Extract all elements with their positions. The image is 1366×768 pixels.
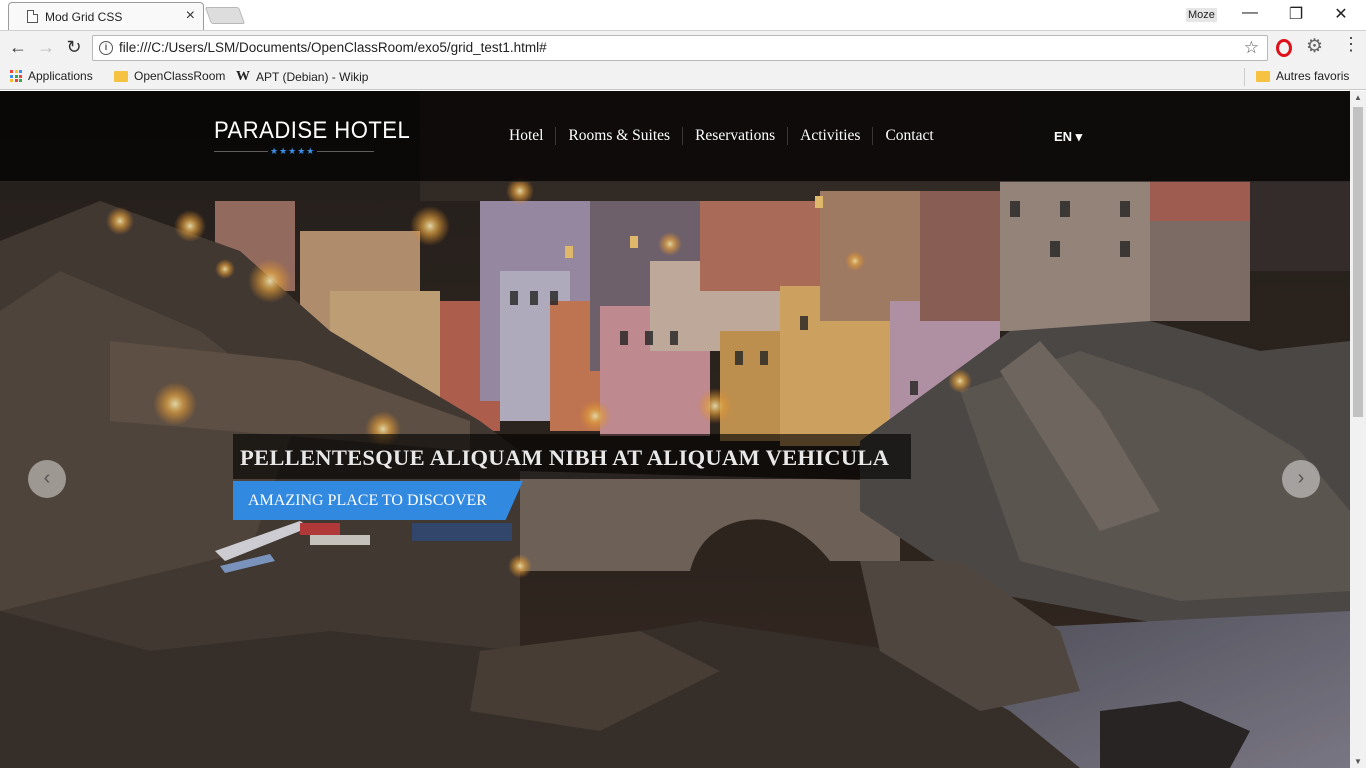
slider-prev-button[interactable]: ‹ [28,460,66,498]
scrollbar-thumb[interactable] [1353,107,1363,417]
nav-reservations[interactable]: Reservations [682,127,787,145]
nav-contact[interactable]: Contact [872,127,945,145]
close-window-icon[interactable]: ✕ [1327,4,1355,24]
star-rating-icon: ★★★★★ [268,146,318,157]
tab-strip: Mod Grid CSS × Moze — ❐ ✕ [0,0,1366,30]
chevron-right-icon: › [1297,467,1305,489]
bookmark-label: Applications [28,69,93,83]
minimize-icon[interactable]: — [1236,4,1264,22]
wikipedia-icon: W [236,69,250,84]
opera-extension-icon[interactable] [1276,39,1292,57]
slide-subline: AMAZING PLACE TO DISCOVER [233,481,523,520]
hotel-logo[interactable]: PARADISE HOTEL [214,117,410,145]
scroll-down-icon[interactable]: ▼ [1350,757,1366,766]
forward-icon[interactable]: → [35,37,57,58]
bookmark-openclassroom[interactable]: OpenClassRoom [114,69,225,83]
bookmarks-bar: Applications OpenClassRoom W APT (Debian… [0,64,1366,90]
bookmark-star-icon[interactable]: ☆ [1244,38,1259,58]
bookmark-divider [1244,68,1245,86]
folder-icon [1256,70,1270,82]
main-nav: Hotel Rooms & Suites Reservations Activi… [497,127,946,145]
bookmark-apt-debian[interactable]: W APT (Debian) - Wikip [236,69,368,85]
site-header: PARADISE HOTEL ★★★★★ Hotel Rooms & Suite… [0,91,1350,182]
bookmark-label: OpenClassRoom [134,69,226,83]
bookmark-applications[interactable]: Applications [10,69,93,83]
info-icon[interactable]: i [99,41,113,55]
folder-icon [114,70,128,82]
profile-button[interactable]: Moze [1186,8,1217,22]
nav-rooms-suites[interactable]: Rooms & Suites [555,127,682,145]
tab-title: Mod Grid CSS [45,10,123,24]
url-text[interactable]: file:///C:/Users/LSM/Documents/OpenClass… [119,40,547,55]
nav-activities[interactable]: Activities [787,127,872,145]
reload-icon[interactable]: ↻ [63,37,85,58]
vertical-scrollbar[interactable]: ▲ ▼ [1350,91,1366,768]
menu-icon[interactable]: ⋮ [1342,35,1360,53]
slide-headline: PELLENTESQUE ALIQUAM NIBH AT ALIQUAM VEH… [233,434,912,479]
apps-grid-icon [10,70,22,82]
bookmark-label: APT (Debian) - Wikip [256,70,369,84]
restore-icon[interactable]: ❐ [1282,4,1310,24]
new-tab-button[interactable] [204,7,246,24]
page-icon [27,10,38,23]
chevron-left-icon: ‹ [43,467,51,489]
nav-hotel[interactable]: Hotel [497,127,555,145]
address-bar[interactable]: i file:///C:/Users/LSM/Documents/OpenCla… [92,35,1268,61]
scroll-up-icon[interactable]: ▲ [1350,93,1366,102]
page-viewport: PARADISE HOTEL ★★★★★ Hotel Rooms & Suite… [0,91,1350,768]
hero-background-image [0,91,1350,768]
back-icon[interactable]: ← [7,37,29,58]
gear-icon[interactable]: ⚙ [1306,35,1323,58]
browser-toolbar: ← → ↻ i file:///C:/Users/LSM/Documents/O… [0,30,1366,64]
close-tab-icon[interactable]: × [186,7,195,25]
bookmark-label: Autres favoris [1276,69,1350,83]
browser-tab[interactable]: Mod Grid CSS × [8,2,204,30]
slider-next-button[interactable]: › [1282,460,1320,498]
bookmark-other-favorites[interactable]: Autres favoris [1256,69,1349,83]
language-selector[interactable]: EN ▾ [1054,129,1082,145]
